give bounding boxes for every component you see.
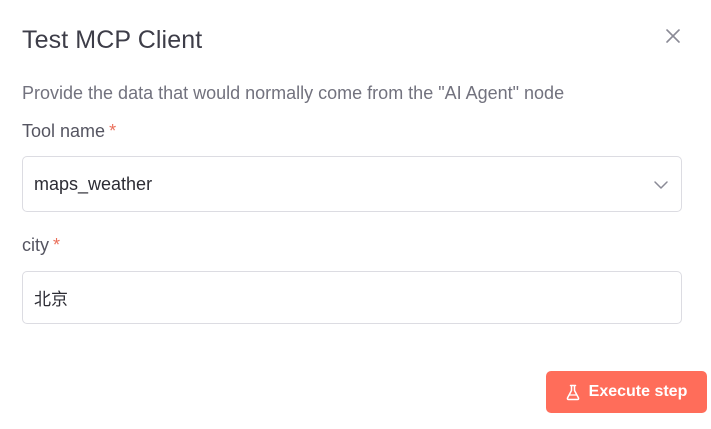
city-field[interactable]	[22, 271, 682, 324]
city-label: city *	[22, 235, 60, 256]
dialog-title: Test MCP Client	[22, 26, 203, 54]
city-input[interactable]	[23, 272, 681, 323]
test-mcp-client-dialog: Test MCP Client Provide the data that wo…	[0, 0, 711, 429]
execute-step-label: Execute step	[588, 383, 688, 400]
tool-name-label-text: Tool name	[22, 121, 106, 141]
tool-name-selected-value: maps_weather	[34, 174, 153, 194]
execute-step-button[interactable]: Execute step	[546, 371, 707, 413]
flask-icon	[566, 384, 580, 401]
tool-name-select[interactable]: maps_weather	[22, 156, 682, 212]
required-mark: *	[53, 235, 61, 255]
required-mark: *	[109, 121, 117, 141]
chevron-down-icon[interactable]	[653, 177, 669, 193]
dialog-description: Provide the data that would normally com…	[22, 83, 565, 103]
city-label-text: city	[22, 235, 49, 255]
tool-name-label: Tool name *	[22, 121, 116, 142]
close-icon[interactable]	[662, 25, 684, 47]
